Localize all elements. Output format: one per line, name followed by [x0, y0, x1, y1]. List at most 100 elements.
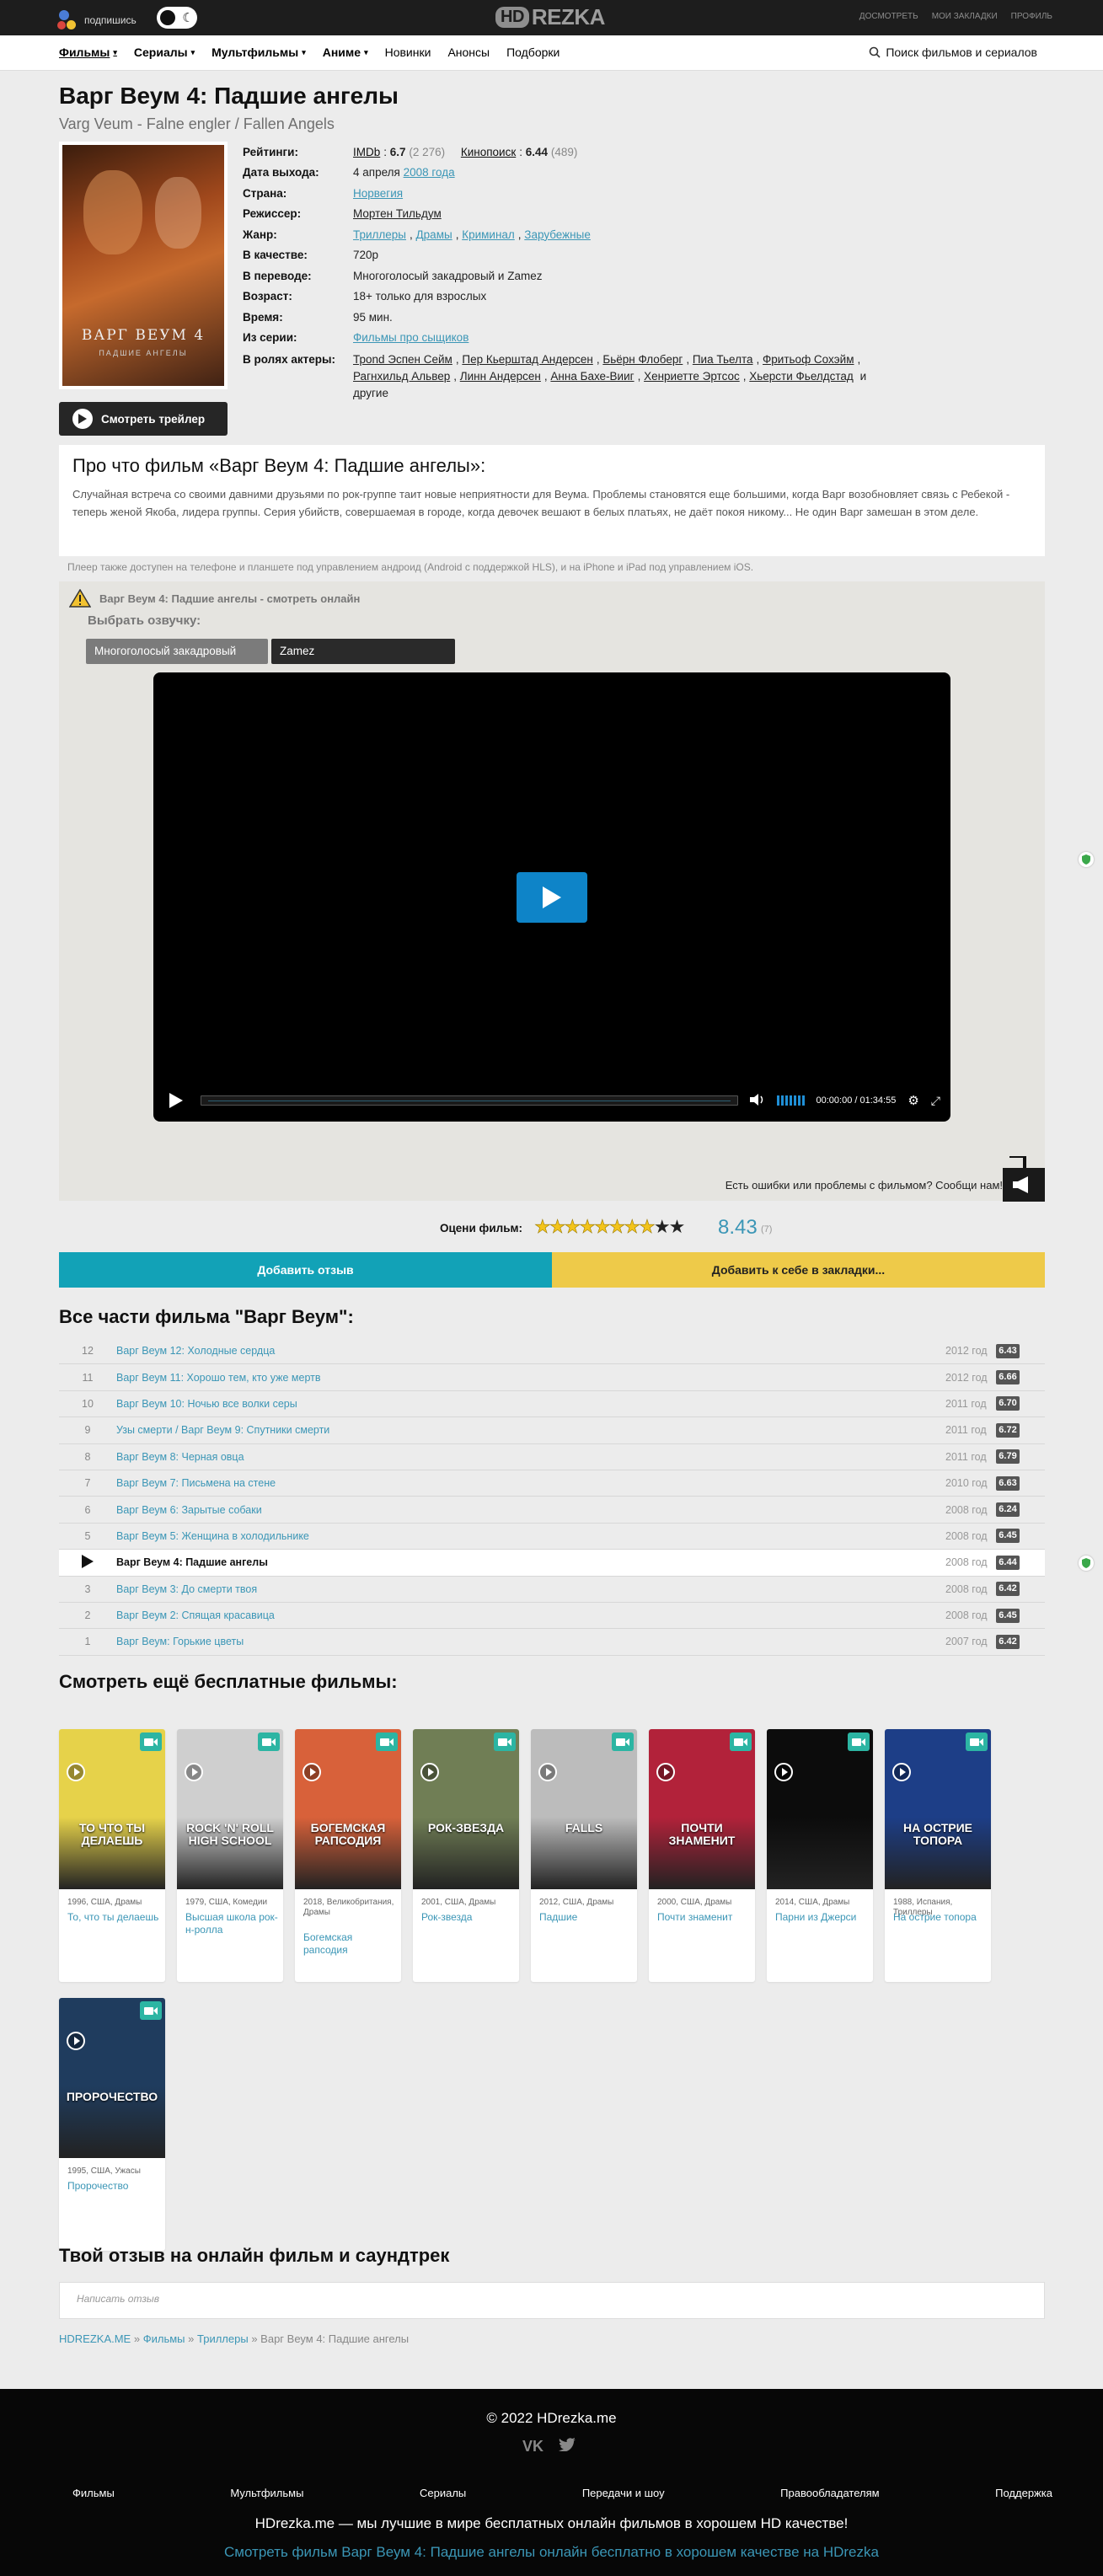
breadcrumb-thrillers[interactable]: Триллеры [197, 2332, 249, 2345]
play-icon[interactable] [892, 1763, 911, 1781]
director-link[interactable]: Мортен Тильдум [353, 207, 442, 220]
film-card-poster[interactable]: НА ОСТРИЕ ТОПОРА [885, 1729, 991, 1889]
voice-option-multivoice[interactable]: Многоголосый закадровый [86, 639, 268, 664]
breadcrumb-films[interactable]: Фильмы [143, 2332, 185, 2345]
play-icon[interactable] [420, 1763, 439, 1781]
film-card[interactable]: ROCK 'N' ROLL HIGH SCHOOL 1979, США, Коме… [177, 1729, 283, 1982]
nav-anime[interactable]: Аниме ▾ [323, 46, 368, 59]
actor-link[interactable]: Трond Эспен Сейм [353, 353, 452, 366]
part-row[interactable]: 9 Узы смерти / Варг Веум 9: Спутники смер… [59, 1417, 1045, 1444]
vk-icon[interactable]: VK [522, 2438, 543, 2456]
footer-seo-link[interactable]: Смотреть фильм Варг Веум 4: Падшие ангел… [0, 2544, 1103, 2561]
series-link[interactable]: Фильмы про сыщиков [353, 331, 469, 344]
film-card[interactable]: НА ОСТРИЕ ТОПОРА 1988, Испания, Триллеры Н… [885, 1729, 991, 1982]
film-card[interactable]: 2014, США, Драмы Парни из Джерси [767, 1729, 873, 1982]
nav-collections[interactable]: Подборки [506, 46, 560, 59]
film-card-title[interactable]: Пророчество [67, 2180, 160, 2193]
actor-link[interactable]: Фритьоф Сохэйм [763, 353, 854, 366]
part-name[interactable]: Варг Веум 10: Ночью все волки серы [116, 1398, 945, 1410]
subscribe-link[interactable]: подпишись [57, 10, 137, 30]
rating-stars[interactable]: ★ ★ ★ ★ ★ ★ ★ ★ ★ ★ [534, 1216, 686, 1238]
actor-link[interactable]: Бьёрн Флоберг [602, 353, 683, 366]
release-year-link[interactable]: 2008 года [404, 166, 455, 179]
rating-star[interactable]: ★ [564, 1216, 581, 1238]
part-name[interactable]: Варг Веум 2: Спящая красавица [116, 1609, 945, 1621]
film-card-poster[interactable]: FALLS [531, 1729, 637, 1889]
film-card[interactable]: ТО ЧТО ТЫ ДЕЛАЕШЬ 1996, США, Драмы То, что… [59, 1729, 165, 1982]
film-card-title[interactable]: То, что ты делаешь [67, 1911, 160, 1924]
part-name[interactable]: Варг Веум 3: До смерти твоя [116, 1583, 945, 1595]
actor-link[interactable]: Хенриетте Эртсос [644, 370, 740, 383]
part-row[interactable]: 1 Варг Веум: Горькие цветы 2007 год 6.42 [59, 1629, 1045, 1656]
nav-films[interactable]: Фильмы ▾ [59, 46, 117, 59]
search-button[interactable]: Поиск фильмов и сериалов [869, 46, 1037, 59]
footer-link-shows[interactable]: Передачи и шоу [582, 2487, 665, 2499]
rating-star[interactable]: ★ [669, 1216, 686, 1238]
rating-star[interactable]: ★ [579, 1216, 596, 1238]
film-card[interactable]: РОК-ЗВЕЗДА 2001, США, Драмы Рок-звезда [413, 1729, 519, 1982]
breadcrumb-home[interactable]: HDREZKA.ME [59, 2332, 131, 2345]
actor-link[interactable]: Анна Бахе-Вииг [550, 370, 634, 383]
film-card-title[interactable]: На острие топора [893, 1911, 986, 1924]
film-card-title[interactable]: Рок-звезда [421, 1911, 514, 1924]
nav-announces[interactable]: Анонсы [447, 46, 490, 59]
genre-link[interactable]: Триллеры [353, 228, 406, 241]
film-card-title[interactable]: Богемская рапсодия [303, 1931, 396, 1957]
film-card[interactable]: ПРОРОЧЕСТВО 1995, США, Ужасы Пророчество [59, 1998, 165, 2251]
actor-link[interactable]: Линн Андерсен [460, 370, 541, 383]
part-name[interactable]: Варг Веум 12: Холодные сердца [116, 1345, 945, 1357]
part-row[interactable]: 11 Варг Веум 11: Хорошо тем, кто уже мерт… [59, 1364, 1045, 1391]
actor-link[interactable]: Пер Кьерштад Андерсен [462, 353, 592, 366]
watch-trailer-button[interactable]: Смотреть трейлер [59, 402, 228, 436]
film-card[interactable]: БОГЕМСКАЯ РАПСОДИЯ 2018, Великобритания, … [295, 1729, 401, 1982]
fullscreen-button[interactable]: ⤢ [931, 1094, 940, 1108]
actor-link[interactable]: Пиа Тьелта [693, 353, 753, 366]
review-input[interactable]: Написать отзыв [59, 2282, 1045, 2319]
country-link[interactable]: Норвегия [353, 187, 403, 200]
theme-toggle[interactable]: ☾ [157, 7, 197, 29]
film-card[interactable]: ПОЧТИ ЗНАМЕНИТ 2000, США, Драмы Почти знам… [649, 1729, 755, 1982]
play-button[interactable] [163, 1093, 189, 1108]
twitter-icon[interactable] [559, 2438, 576, 2456]
report-problem-button[interactable] [1003, 1154, 1045, 1202]
rating-star[interactable]: ★ [549, 1216, 565, 1238]
part-row[interactable]: 8 Варг Веум 8: Черная овца 2011 год 6.79 [59, 1443, 1045, 1470]
imdb-link[interactable]: IMDb [353, 146, 380, 158]
nav-cartoons[interactable]: Мультфильмы ▾ [211, 46, 306, 59]
add-bookmark-button[interactable]: Добавить к себе в закладки... [552, 1252, 1045, 1288]
part-row[interactable]: 10 Варг Веум 10: Ночью все волки серы 2011… [59, 1390, 1045, 1418]
play-icon[interactable] [67, 2032, 85, 2050]
play-icon[interactable] [656, 1763, 675, 1781]
part-name[interactable]: Варг Веум 6: Зарытые собаки [116, 1504, 945, 1516]
play-icon[interactable] [538, 1763, 557, 1781]
part-row[interactable]: 2 Варг Веум 2: Спящая красавица 2008 год 6.… [59, 1602, 1045, 1630]
kp-link[interactable]: Кинопоиск [461, 146, 516, 158]
rating-star[interactable]: ★ [594, 1216, 611, 1238]
profile-link[interactable]: ПРОФИЛЬ [1011, 12, 1052, 21]
film-card-poster[interactable] [767, 1729, 873, 1889]
part-row[interactable]: 6 Варг Веум 6: Зарытые собаки 2008 год 6.24 [59, 1497, 1045, 1524]
part-name[interactable]: Варг Веум: Горькие цветы [116, 1636, 945, 1647]
footer-link-series[interactable]: Сериалы [420, 2487, 466, 2499]
genre-link[interactable]: Зарубежные [524, 228, 591, 241]
part-row[interactable]: 12 Варг Веум 12: Холодные сердца 2012 год 6… [59, 1338, 1045, 1365]
film-card[interactable]: FALLS 2012, США, Драмы Падшие [531, 1729, 637, 1982]
actor-link[interactable]: Хьерсти Фьелдстад [749, 370, 854, 383]
film-card-poster[interactable]: БОГЕМСКАЯ РАПСОДИЯ [295, 1729, 401, 1889]
part-name[interactable]: Варг Веум 7: Письмена на стене [116, 1477, 945, 1489]
site-logo[interactable]: HD REZKA [495, 4, 605, 30]
rating-star[interactable]: ★ [654, 1216, 671, 1238]
footer-link-rights[interactable]: Правообладателям [780, 2487, 879, 2499]
footer-link-cartoons[interactable]: Мультфильмы [230, 2487, 303, 2499]
part-row[interactable]: 7 Варг Веум 7: Письмена на стене 2010 год 6… [59, 1470, 1045, 1497]
rating-star[interactable]: ★ [624, 1216, 640, 1238]
play-icon[interactable] [774, 1763, 793, 1781]
rating-star[interactable]: ★ [639, 1216, 656, 1238]
footer-link-films[interactable]: Фильмы [72, 2487, 115, 2499]
add-review-button[interactable]: Добавить отзыв [59, 1252, 552, 1288]
film-card-title[interactable]: Падшие [539, 1911, 632, 1924]
play-icon[interactable] [185, 1763, 203, 1781]
volume-slider[interactable] [776, 1095, 805, 1106]
film-card-title[interactable]: Высшая школа рок-н-ролла [185, 1911, 278, 1936]
film-card-poster[interactable]: ROCK 'N' ROLL HIGH SCHOOL [177, 1729, 283, 1889]
